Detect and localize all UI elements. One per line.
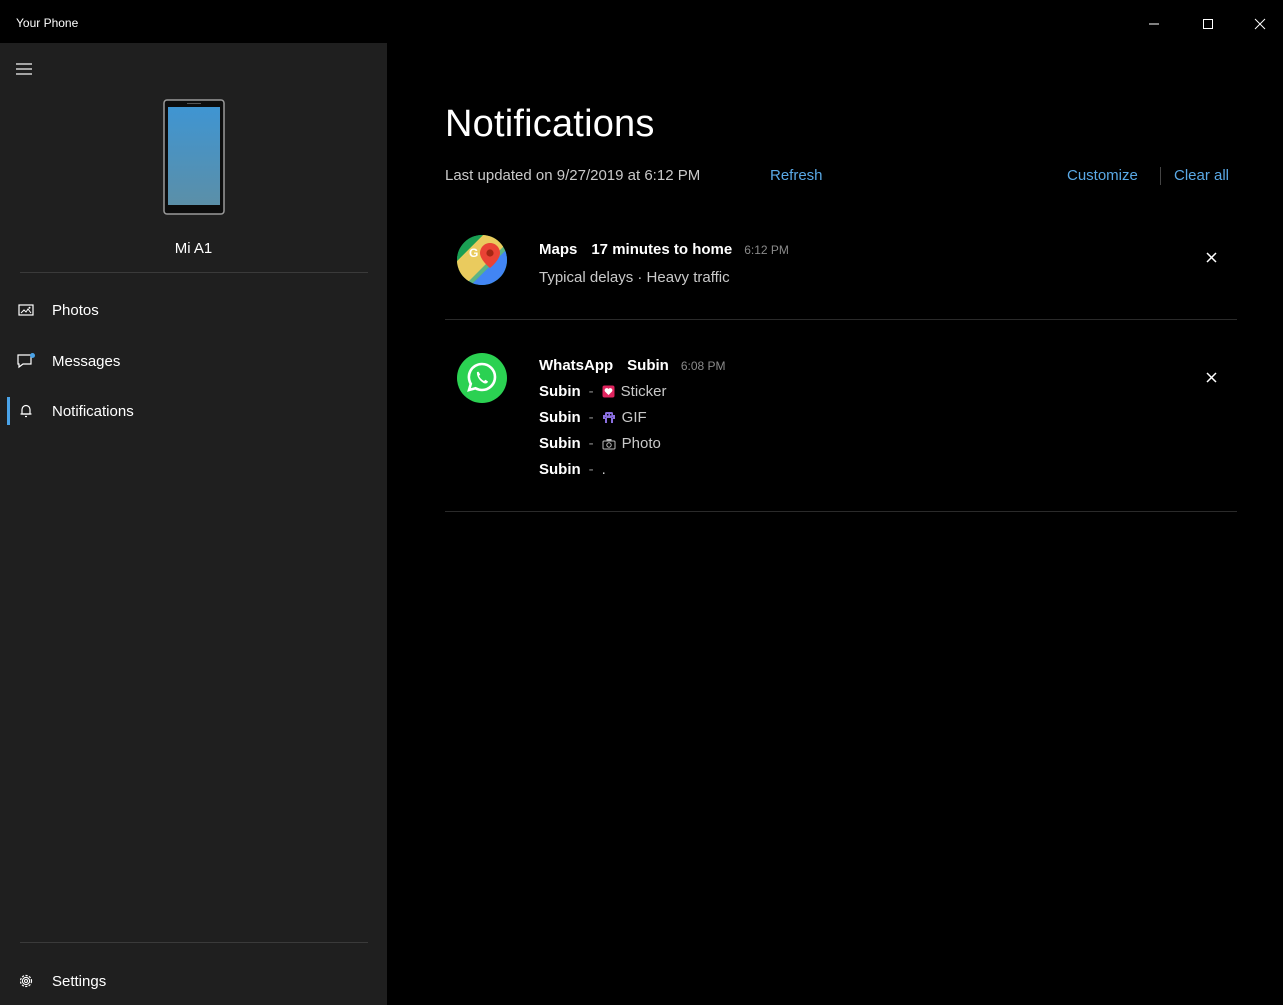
sidebar-item-label: Messages <box>52 352 121 370</box>
notification-item[interactable]: WhatsApp Subin 6:08 PM Subin - Sticker Subin… <box>445 347 1237 507</box>
message-line: Subin - Sticker <box>539 383 667 402</box>
refresh-link[interactable]: Refresh <box>770 167 823 184</box>
clear-all-link[interactable]: Clear all <box>1174 167 1229 184</box>
minimize-icon <box>1149 23 1159 25</box>
notification-divider <box>445 511 1237 512</box>
message-dash: - <box>588 435 594 452</box>
sidebar-item-notifications[interactable]: Notifications <box>0 389 387 433</box>
title-bar: Your Phone <box>0 0 1283 43</box>
sidebar-item-label: Settings <box>52 972 107 990</box>
message-dash: - <box>588 383 594 400</box>
sidebar-item-settings[interactable]: Settings <box>0 959 387 1003</box>
sidebar-item-photos[interactable]: Photos <box>0 288 387 332</box>
sticker-icon <box>602 385 615 402</box>
camera-icon <box>602 437 616 454</box>
message-dash: - <box>588 461 594 478</box>
close-icon <box>1205 251 1217 263</box>
close-icon <box>1254 18 1266 30</box>
dismiss-notification-button[interactable] <box>1199 245 1223 269</box>
gear-icon <box>16 971 36 991</box>
message-attachment: . <box>601 461 606 478</box>
message-sender: Subin <box>539 409 581 426</box>
main-content: Notifications Last updated on 9/27/2019 … <box>387 43 1283 1005</box>
sidebar: Mi A1 Photos Messages Notifications Sett… <box>0 43 387 1005</box>
message-sender: Subin <box>539 435 581 452</box>
message-dash: - <box>588 409 594 426</box>
notification-time: 6:12 PM <box>744 243 789 257</box>
sidebar-divider <box>20 272 368 273</box>
svg-text:G: G <box>469 246 478 260</box>
bell-icon <box>16 401 36 421</box>
notification-divider <box>445 319 1237 320</box>
link-separator <box>1160 167 1161 185</box>
customize-link[interactable]: Customize <box>1067 167 1138 184</box>
message-attachment: Photo <box>621 435 661 452</box>
maximize-button[interactable] <box>1185 8 1231 40</box>
minimize-button[interactable] <box>1131 8 1177 40</box>
message-line: Subin - GIF <box>539 409 647 428</box>
close-icon <box>1205 371 1217 383</box>
notification-item[interactable]: G Maps 17 minutes to home 6:12 PM Typical … <box>445 231 1237 321</box>
notification-app-name: Maps <box>539 241 578 258</box>
message-line: Subin - Photo <box>539 435 661 454</box>
message-line: Subin -. <box>539 461 606 478</box>
maximize-icon <box>1203 19 1213 29</box>
message-sender: Subin <box>539 383 581 400</box>
notification-time: 6:08 PM <box>680 359 726 373</box>
notification-app-name: WhatsApp <box>539 357 614 374</box>
messages-icon <box>16 351 36 371</box>
gif-icon <box>602 411 616 428</box>
sidebar-divider <box>20 942 368 943</box>
message-sender: Subin <box>539 461 581 478</box>
google-maps-icon: G <box>457 235 507 285</box>
sidebar-item-label: Notifications <box>52 402 134 420</box>
phone-illustration <box>163 99 225 215</box>
hamburger-icon <box>16 63 32 75</box>
notification-title: 17 minutes to home <box>591 241 733 258</box>
message-attachment: GIF <box>621 409 647 426</box>
last-updated-text: Last updated on 9/27/2019 at 6:12 PM <box>445 167 701 184</box>
notification-title: Subin <box>627 357 669 374</box>
notification-header: Maps 17 minutes to home 6:12 PM <box>539 241 789 258</box>
message-attachment: Sticker <box>620 383 667 400</box>
sidebar-item-messages[interactable]: Messages <box>0 339 387 383</box>
page-title: Notifications <box>445 103 655 145</box>
device-name: Mi A1 <box>174 240 213 257</box>
notification-body: Typical delays · Heavy traffic <box>539 269 730 286</box>
hamburger-menu-button[interactable] <box>8 57 40 81</box>
dismiss-notification-button[interactable] <box>1199 365 1223 389</box>
sidebar-item-label: Photos <box>52 301 99 319</box>
selected-indicator <box>7 397 10 425</box>
window-title: Your Phone <box>16 16 79 30</box>
close-window-button[interactable] <box>1237 8 1283 40</box>
notification-header: WhatsApp Subin 6:08 PM <box>539 357 726 374</box>
photos-icon <box>16 300 36 320</box>
whatsapp-icon <box>457 353 507 403</box>
